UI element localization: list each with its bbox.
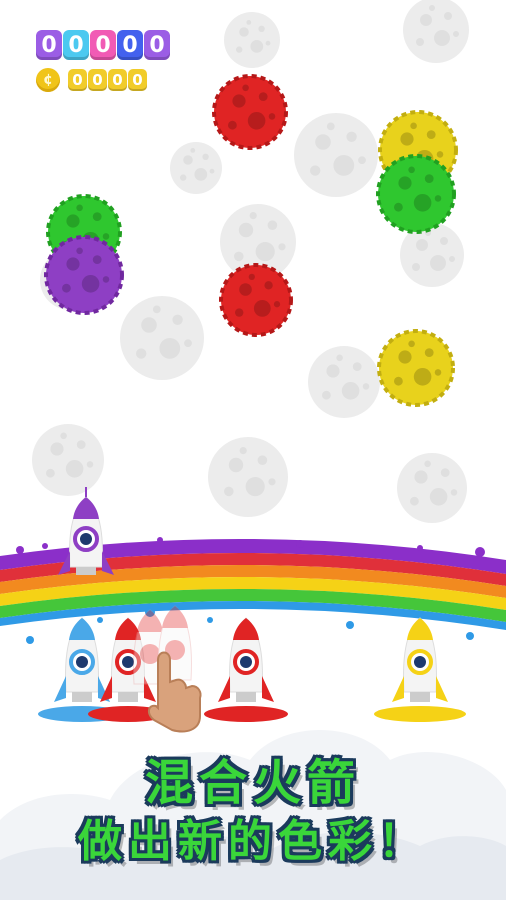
coin-icon: ¢: [36, 68, 60, 92]
promo-slogan: 混合火箭 做出新的色彩！: [0, 754, 506, 872]
ghost-meteor: [120, 296, 204, 380]
ghost-meteor: [224, 12, 280, 68]
coin-counter: 0 0 0 0: [68, 69, 147, 91]
ghost-meteor: [208, 437, 288, 517]
coin-digit: 0: [68, 69, 87, 91]
ghost-meteor: [397, 453, 467, 523]
coin-digit: 0: [88, 69, 107, 91]
score-digit: 0: [63, 30, 89, 60]
score-display: 0 0 0 0 0: [36, 30, 170, 60]
ghost-meteor: [32, 424, 104, 496]
meteor-red[interactable]: [219, 263, 293, 337]
ghost-meteor: [170, 142, 222, 194]
coin-digit: 0: [128, 69, 147, 91]
meteor-purple[interactable]: [44, 235, 124, 315]
meteor-yellow[interactable]: [377, 329, 455, 407]
score-digit: 0: [144, 30, 170, 60]
score-digit: 0: [90, 30, 116, 60]
slogan-line-2: 做出新的色彩！: [78, 816, 428, 867]
coin-digit: 0: [108, 69, 127, 91]
score-digit: 0: [117, 30, 143, 60]
meteor-green[interactable]: [376, 154, 456, 234]
score-digit: 0: [36, 30, 62, 60]
rocket-yellow[interactable]: [374, 617, 466, 722]
meteor-red[interactable]: [212, 74, 288, 150]
ghost-meteor: [308, 346, 380, 418]
ghost-meteor: [294, 113, 378, 197]
ghost-meteor: [403, 0, 469, 63]
rocket-purple[interactable]: [58, 487, 114, 575]
rocket-red[interactable]: [204, 617, 288, 722]
slogan-line-1: 混合火箭: [144, 755, 361, 811]
